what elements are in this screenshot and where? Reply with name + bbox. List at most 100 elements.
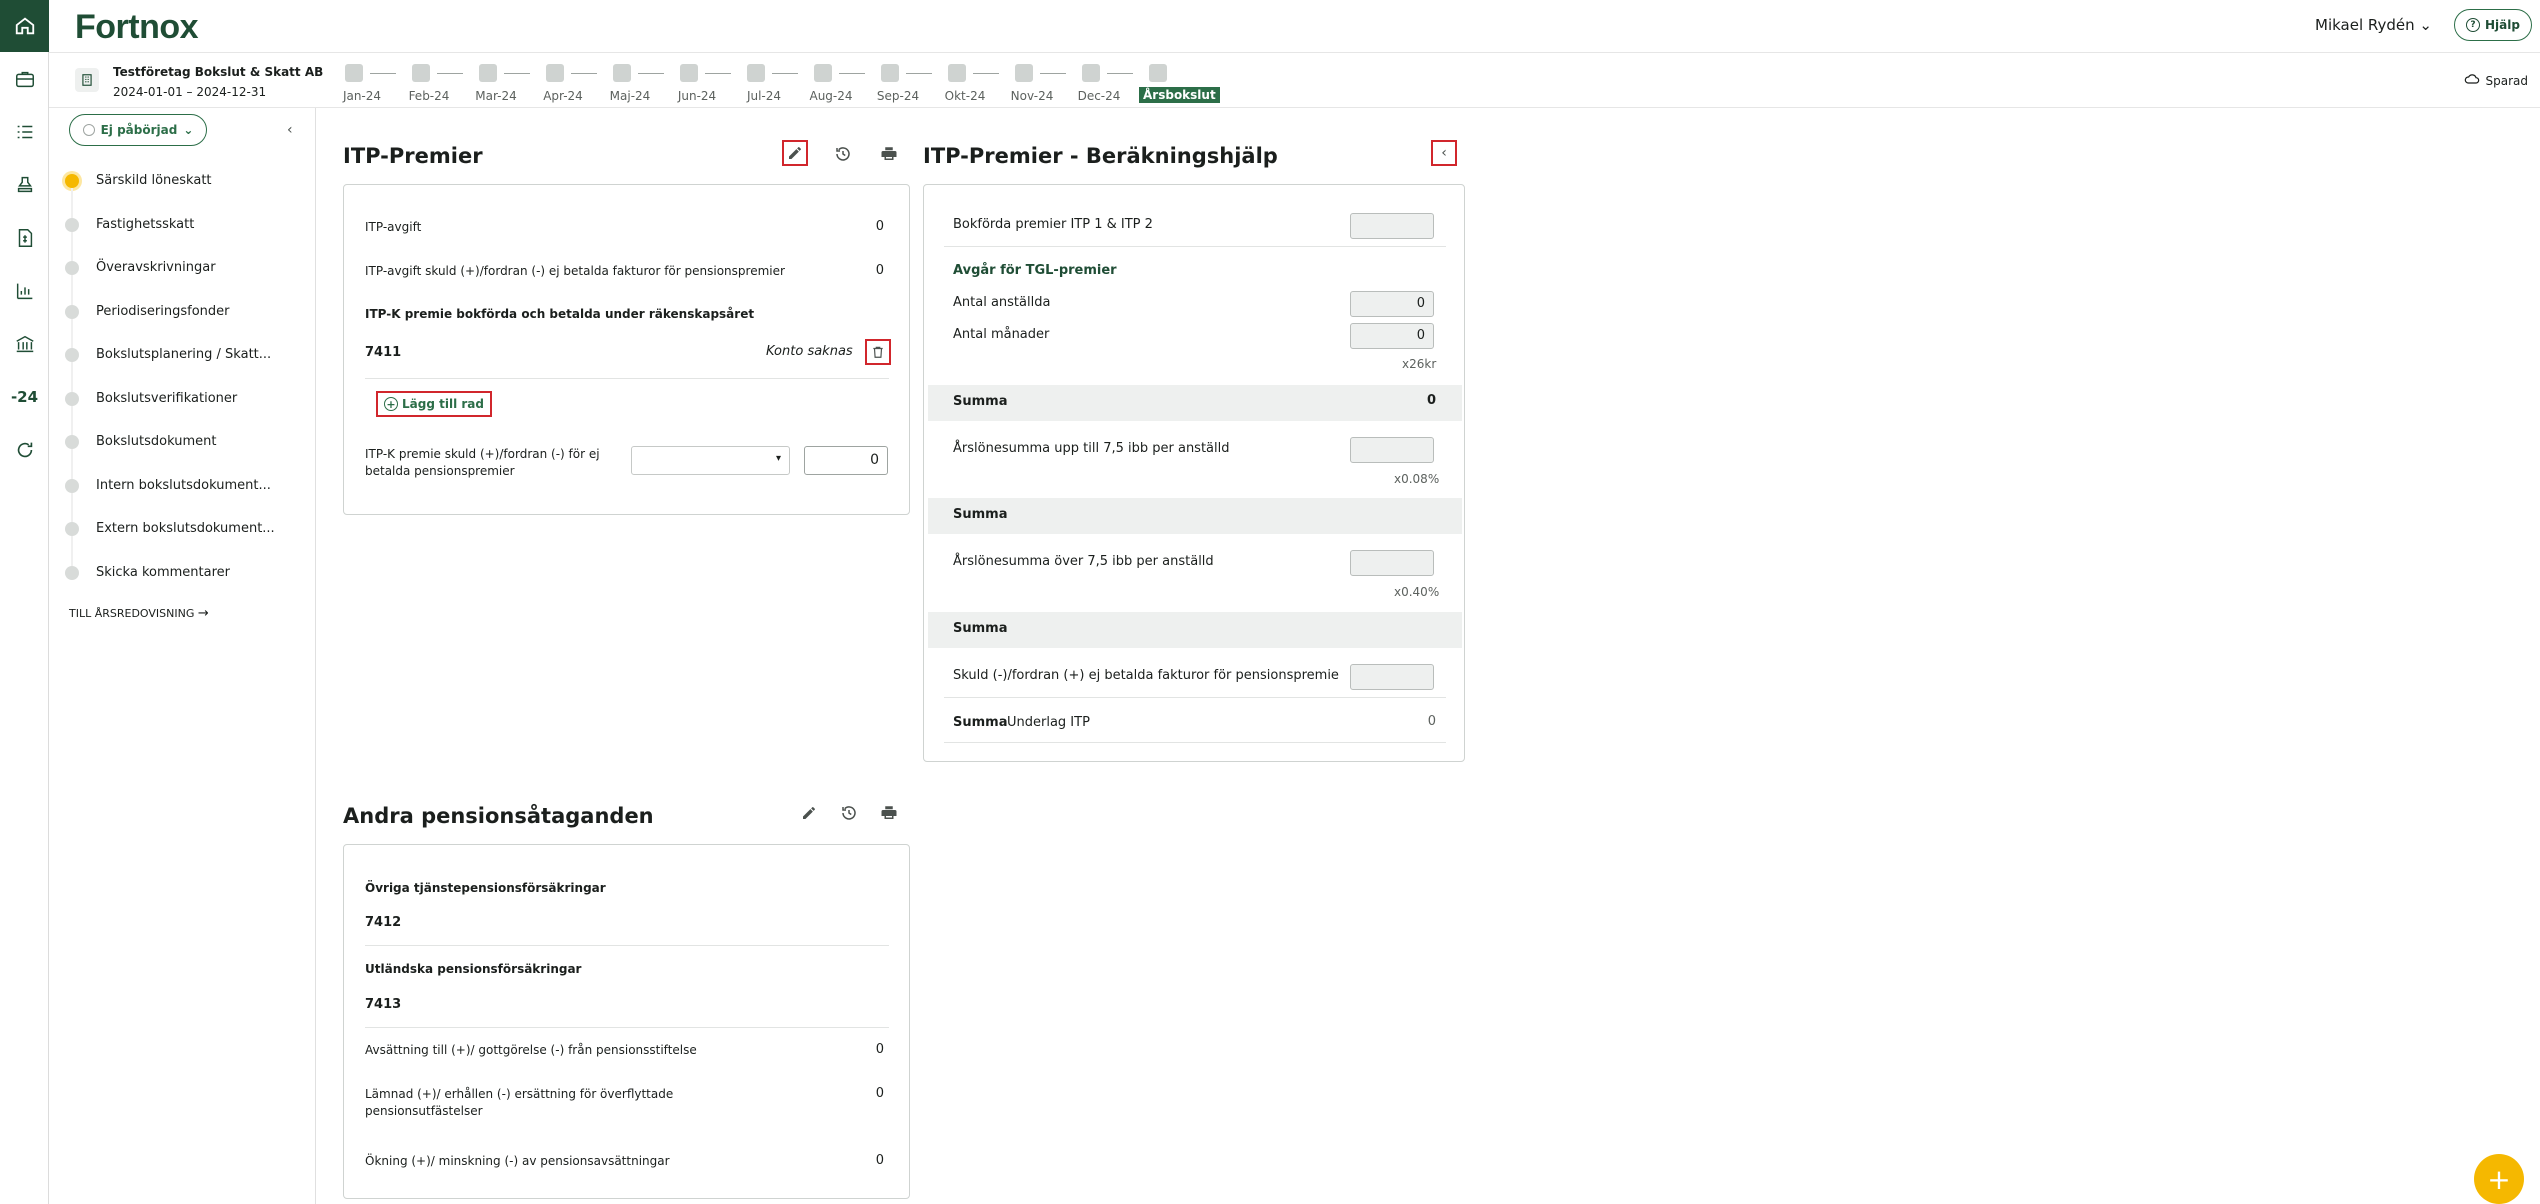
print-icon[interactable] [877,142,901,166]
home-icon[interactable] [0,0,49,52]
status-dropdown[interactable]: Ej påbörjad ⌄ [69,114,207,146]
month-step[interactable]: Okt-24 [940,61,1007,105]
add-row-button[interactable]: + Lägg till rad [376,391,492,417]
account-select[interactable]: ▾ [631,446,790,475]
sidebar-item-bokslutsplanering[interactable]: Bokslutsplanering / Skatt... [49,336,316,392]
year-shortcut[interactable]: -24 [0,370,49,423]
other-insurance-heading: Övriga tjänstepensionsförsäkringar [365,881,606,895]
plus-icon: + [2487,1162,2511,1196]
status-icon [82,124,95,136]
user-menu[interactable]: Mikael Rydén ⌄ [2315,16,2432,34]
document-money-icon[interactable] [0,211,49,264]
building-icon [75,68,99,92]
itpk-debt-input[interactable]: 0 [804,446,888,475]
calc-card: Bokförda premier ITP 1 & ITP 2 Avgår för… [923,184,1465,762]
month-step-year-end[interactable]: Årsbokslut [1139,61,1220,105]
month-step[interactable]: Feb-24 [404,61,471,105]
company-bar: Testföretag Bokslut & Skatt AB 2024-01-0… [49,52,2540,108]
step-dot [65,304,79,319]
month-label: Sep-24 [876,89,920,103]
month-step[interactable]: Sep-24 [873,61,940,105]
summa-value: 0 [1426,393,1436,408]
collapse-sidebar-icon[interactable]: ‹ [287,122,293,138]
sidebar-item-periodiseringsfonder[interactable]: Periodiseringsfonder [49,293,316,349]
sidebar-item-bokslutsverifikationer[interactable]: Bokslutsverifikationer [49,380,316,436]
sidebar-item-label: Periodiseringsfonder [96,303,230,319]
refresh-icon[interactable] [0,423,49,476]
summa-row-3 [928,612,1462,648]
edit-pencil-icon[interactable] [782,140,808,166]
sidebar-item-fastighetsskatt[interactable]: Fastighetsskatt [49,206,316,262]
salary-over-input[interactable] [1350,550,1434,576]
checklist-icon[interactable] [0,105,49,158]
to-annual-report-link[interactable]: TILL ÅRSREDOVISNING → [69,606,209,621]
months-input[interactable]: 0 [1350,323,1434,349]
sidebar-item-skicka-kommentarer[interactable]: Skicka kommentarer [49,554,316,598]
step-list: Särskild löneskatt Fastighetsskatt Övera… [49,162,316,597]
itpk-debt-label-line1: ITP-K premie skuld (+)/fordran (-) för e… [365,447,600,461]
debt-claim-label: Skuld (-)/fordran (+) ej betalda fakturo… [953,668,1339,683]
step-dot [65,522,79,536]
transferred-commitments-line2: pensionsutfästelser [365,1104,483,1118]
plus-circle-icon: + [384,397,398,411]
itp-title: ITP-Premier [343,144,483,168]
collapse-panel-icon[interactable]: ‹ [1431,140,1457,166]
sidebar-item-label: Bokslutsplanering / Skatt... [96,347,272,362]
month-step[interactable]: Jun-24 [672,61,739,105]
account-7412: 7412 [365,915,402,930]
stamp-icon[interactable] [0,158,49,211]
month-step[interactable]: Jul-24 [739,61,806,105]
sidebar-item-label: Bokslutsdokument [96,434,217,449]
step-dot [65,478,79,493]
summa-label: Summa [953,621,1008,636]
booked-premiums-input[interactable] [1350,213,1434,239]
month-label: Okt-24 [944,89,986,103]
history-icon[interactable] [837,801,861,825]
calendar-icon [412,64,430,82]
help-icon: ? [2466,18,2481,32]
sidebar-item-bokslutsdokument[interactable]: Bokslutsdokument [49,423,316,479]
summa-label: Summa [953,507,1008,522]
bank-icon[interactable] [0,317,49,370]
step-dot [65,565,79,580]
print-icon[interactable] [877,801,901,825]
pension-foundation-value: 0 [875,1042,884,1057]
month-step[interactable]: Nov-24 [1007,61,1074,105]
bar-chart-icon[interactable] [0,264,49,317]
fortnox-logo[interactable]: Fortnox [75,8,199,47]
month-step[interactable]: Apr-24 [538,61,605,105]
month-step[interactable]: Dec-24 [1074,61,1141,105]
step-dot [65,348,79,362]
saved-label: Sparad [2485,73,2529,88]
sidebar: Ej påbörjad ⌄ ‹ Särskild löneskatt Fasti… [49,108,316,1204]
transferred-commitments-value: 0 [875,1086,884,1101]
month-label: Aug-24 [809,89,853,103]
basis-value: 0 [1427,714,1436,729]
month-step[interactable]: Mar-24 [471,61,538,105]
step-dot [65,174,79,188]
sidebar-item-extern-bokslutsdokument[interactable]: Extern bokslutsdokument... [49,510,316,566]
history-icon[interactable] [831,142,855,166]
cloud-icon [2464,73,2480,88]
factor-008: x0.08% [1394,472,1440,486]
edit-pencil-icon[interactable] [797,801,821,825]
month-step[interactable]: Maj-24 [605,61,672,105]
factor-040: x0.40% [1394,585,1440,599]
sidebar-item-label: Överavskrivningar [96,260,216,275]
sidebar-item-intern-bokslutsdokument[interactable]: Intern bokslutsdokument... [49,467,316,523]
employees-input[interactable]: 0 [1350,291,1434,317]
salary-upto-input[interactable] [1350,437,1434,463]
step-dot [65,435,79,449]
month-step[interactable]: Aug-24 [806,61,873,105]
month-step[interactable]: Jan-24 [337,61,404,105]
company-period: 2024-01-01 – 2024-12-31 [113,85,267,99]
add-fab-button[interactable]: + [2474,1154,2524,1204]
calendar-icon [1149,64,1167,82]
debt-claim-input[interactable] [1350,664,1434,690]
help-button[interactable]: ? Hjälp [2454,9,2532,41]
sidebar-item-sarskild-loneskatt[interactable]: Särskild löneskatt [49,162,316,218]
pension-provisions-value: 0 [875,1153,884,1168]
sidebar-item-overavskrivningar[interactable]: Överavskrivningar [49,249,316,305]
briefcase-icon[interactable] [0,52,49,105]
trash-icon[interactable] [865,339,891,365]
